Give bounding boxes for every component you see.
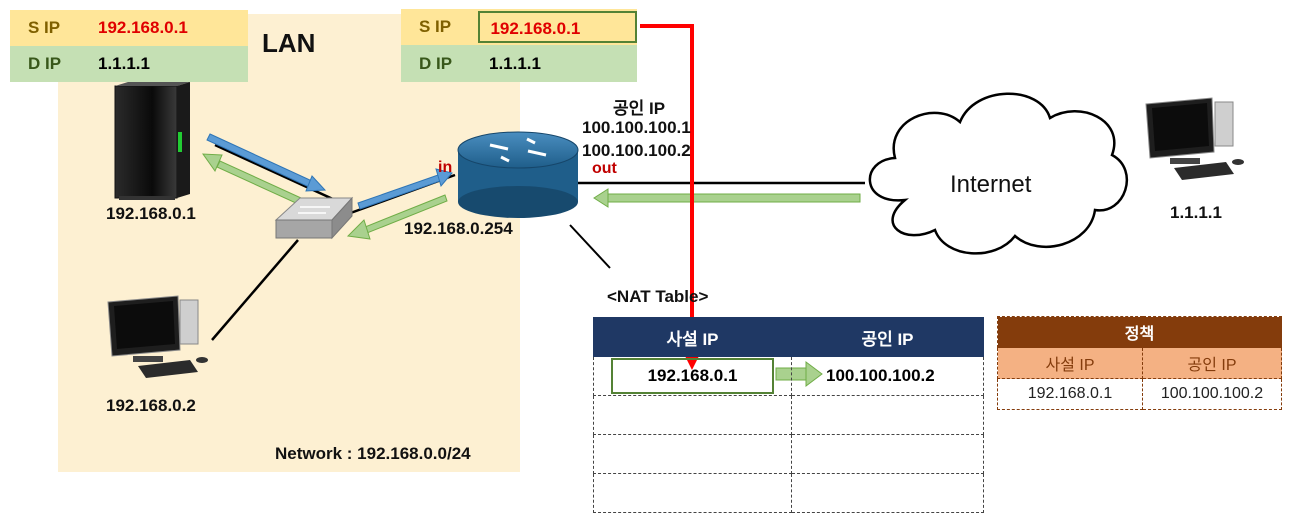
router-in-label: in <box>438 159 453 176</box>
table-row <box>593 473 984 513</box>
link-switch-pc <box>211 239 299 341</box>
public-ip-1: 100.100.100.1 <box>582 118 691 137</box>
remote-pc-icon <box>1145 97 1244 180</box>
policy-col-public: 공인 IP <box>1142 347 1282 379</box>
router-lan-ip-label: 192.168.0.254 <box>404 219 513 238</box>
pc-icon <box>107 295 208 378</box>
policy-title: 정책 <box>997 316 1282 348</box>
remote-ip-label: 1.1.1.1 <box>1170 203 1222 222</box>
table-row: 192.168.0.1 100.100.100.2 <box>593 356 984 396</box>
policy-cell-public: 100.100.100.2 <box>1142 378 1282 410</box>
table-row: 192.168.0.1 100.100.100.2 <box>997 378 1282 410</box>
server-ip-label: 192.168.0.1 <box>106 204 196 223</box>
router-icon <box>457 131 579 218</box>
nat-table: 사설 IP 공인 IP 192.168.0.1 100.100.100.2 <box>593 317 984 513</box>
policy-cell-private: 192.168.0.1 <box>997 378 1143 410</box>
nat-cell-private: 192.168.0.1 <box>593 356 792 396</box>
server-icon <box>114 82 190 200</box>
policy-table: 정책 사설 IP 공인 IP 192.168.0.1 100.100.100.2 <box>997 316 1282 410</box>
nat-table-title: <NAT Table> <box>607 287 709 306</box>
nat-table-pointer <box>569 224 611 269</box>
nat-col-public: 공인 IP <box>791 317 984 357</box>
policy-col-private: 사설 IP <box>997 347 1143 379</box>
nat-private-highlight: 192.168.0.1 <box>611 358 774 394</box>
internet-label: Internet <box>950 171 1032 198</box>
switch-icon <box>274 196 354 240</box>
return-arrow-3 <box>593 188 861 208</box>
nat-cell-public: 100.100.100.2 <box>791 356 984 396</box>
router-out-label: out <box>592 160 617 177</box>
public-ip-2: 100.100.100.2 <box>582 141 691 160</box>
table-row <box>593 395 984 435</box>
pc-ip-label: 192.168.0.2 <box>106 396 196 415</box>
table-row <box>593 434 984 474</box>
public-ip-title: 공인 IP <box>613 99 666 118</box>
nat-col-private: 사설 IP <box>593 317 792 357</box>
